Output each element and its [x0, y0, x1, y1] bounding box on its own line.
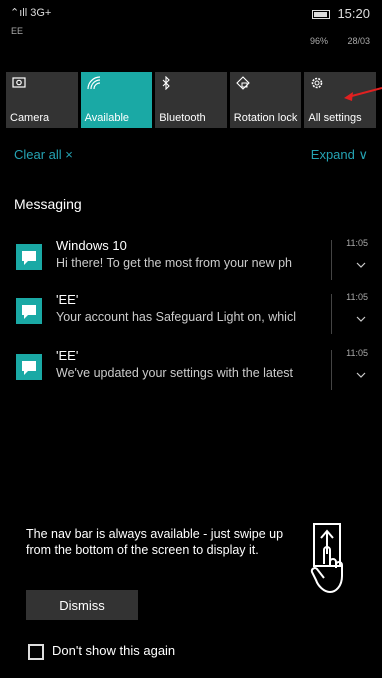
rotation-lock-icon — [236, 76, 250, 92]
signal-indicator: ⌃ıll 3G+ — [10, 6, 51, 19]
divider — [331, 240, 332, 280]
signal-icon: ⌃ıll — [10, 7, 28, 19]
tile-camera[interactable]: Camera — [6, 72, 78, 128]
battery-icon — [312, 10, 330, 19]
battery-percent: 96% — [309, 36, 328, 46]
expand-button[interactable]: Expand ∨ — [311, 147, 368, 163]
tile-wifi[interactable]: Available — [80, 72, 153, 128]
clear-all-button[interactable]: Clear all × — [14, 147, 73, 162]
camera-icon — [12, 76, 26, 90]
tile-rotation-lock[interactable]: Rotation lock — [229, 72, 302, 128]
messaging-icon — [16, 244, 42, 270]
bluetooth-icon — [161, 75, 171, 92]
dismiss-button[interactable]: Dismiss — [26, 590, 138, 620]
nav-bar-tip: The nav bar is always available - just s… — [26, 527, 284, 558]
tile-label: Bluetooth — [159, 112, 206, 124]
notification-item[interactable]: 'EE' Your account has Safeguard Light on… — [14, 292, 374, 344]
notification-title: Windows 10 — [56, 238, 127, 253]
quick-actions: Camera Available Bluetooth Rotation lock… — [6, 72, 376, 128]
notification-item[interactable]: Windows 10 Hi there! To get the most fro… — [14, 238, 374, 290]
notification-title: 'EE' — [56, 348, 79, 363]
divider — [331, 294, 332, 334]
chevron-down-icon[interactable] — [356, 370, 366, 380]
tile-label: Available — [84, 112, 130, 124]
notification-time: 11:05 — [346, 348, 368, 358]
notification-item[interactable]: 'EE' We've updated your settings with th… — [14, 348, 374, 400]
notification-body: Your account has Safeguard Light on, whi… — [56, 310, 296, 324]
notification-time: 11:05 — [346, 238, 368, 248]
clock: 15:20 — [337, 6, 370, 21]
notification-title: 'EE' — [56, 292, 79, 307]
gear-icon — [310, 76, 324, 92]
dont-show-checkbox[interactable] — [28, 644, 44, 660]
notification-time: 11:05 — [346, 292, 368, 302]
section-header: Messaging — [14, 196, 82, 212]
messaging-icon — [16, 298, 42, 324]
swipe-up-icon — [310, 523, 343, 594]
tile-bluetooth[interactable]: Bluetooth — [155, 72, 227, 128]
chevron-down-icon[interactable] — [356, 314, 366, 324]
dont-show-label[interactable]: Don't show this again — [52, 643, 175, 658]
date: 28/03 — [347, 36, 370, 46]
wifi-icon — [86, 76, 101, 92]
tile-label: Rotation lock — [233, 112, 298, 124]
annotation-arrow — [344, 87, 382, 101]
carrier-name: EE — [11, 26, 24, 36]
status-bar: ⌃ıll 3G+ EE 15:20 96% 28/03 — [0, 0, 382, 60]
messaging-icon — [16, 354, 42, 380]
chevron-down-icon[interactable] — [356, 260, 366, 270]
divider — [331, 350, 332, 390]
network-type: 3G+ — [30, 7, 52, 19]
tile-label: All settings — [308, 112, 362, 124]
tile-label: Camera — [10, 112, 50, 124]
notification-body: Hi there! To get the most from your new … — [56, 256, 292, 270]
notification-body: We've updated your settings with the lat… — [56, 366, 294, 380]
